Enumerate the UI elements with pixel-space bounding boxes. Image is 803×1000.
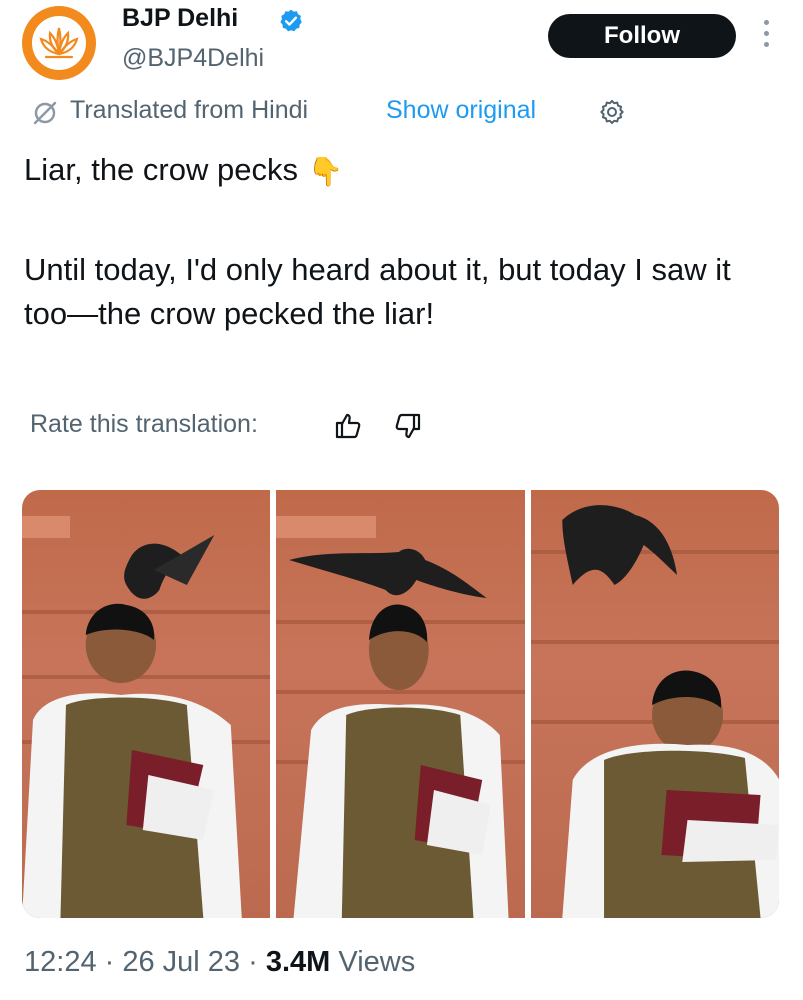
crow-and-man-illustration — [289, 548, 509, 918]
photo-panel-2[interactable] — [276, 490, 525, 918]
verified-badge-icon — [280, 9, 302, 32]
translation-notice: Translated from Hindi — [70, 96, 309, 124]
separator: · — [104, 946, 123, 978]
views-count: 3.4M — [265, 946, 331, 978]
rate-translation-label: Rate this translation: — [30, 410, 258, 438]
tweet-line-1: Liar, the crow pecks 👇 — [24, 148, 764, 194]
translate-off-icon — [33, 101, 57, 125]
thumbs-up-icon[interactable] — [334, 410, 362, 440]
more-vertical-icon[interactable] — [760, 20, 772, 52]
media-grid[interactable] — [22, 490, 779, 918]
photo-panel-1[interactable] — [22, 490, 271, 918]
tweet-date[interactable]: 26 Jul 23 — [122, 946, 240, 978]
gear-icon[interactable] — [598, 98, 626, 126]
author-name[interactable]: BJP Delhi — [122, 4, 238, 33]
views-label: Views — [338, 946, 416, 978]
thumbs-down-icon[interactable] — [394, 412, 422, 442]
tweet-meta: 12:24 · 26 Jul 23 · 3.4M Views — [24, 946, 415, 979]
tweet-line-1-text: Liar, the crow pecks — [24, 152, 298, 187]
crow-and-man-illustration — [561, 505, 779, 918]
crow-and-man-illustration — [22, 535, 242, 918]
tweet-text: Liar, the crow pecks 👇 Until today, I'd o… — [24, 148, 764, 336]
follow-button[interactable]: Follow — [548, 14, 736, 58]
author-handle[interactable]: @BJP4Delhi — [122, 44, 264, 73]
tweet-time[interactable]: 12:24 — [24, 946, 97, 978]
show-original-link[interactable]: Show original — [386, 96, 536, 125]
lotus-logo-icon — [39, 27, 79, 59]
pointing-down-emoji: 👇 — [307, 155, 343, 187]
avatar[interactable] — [22, 6, 96, 80]
separator: · — [248, 946, 266, 978]
photo-panel-3[interactable] — [530, 490, 779, 918]
tweet-paragraph-2: Until today, I'd only heard about it, bu… — [24, 251, 731, 331]
